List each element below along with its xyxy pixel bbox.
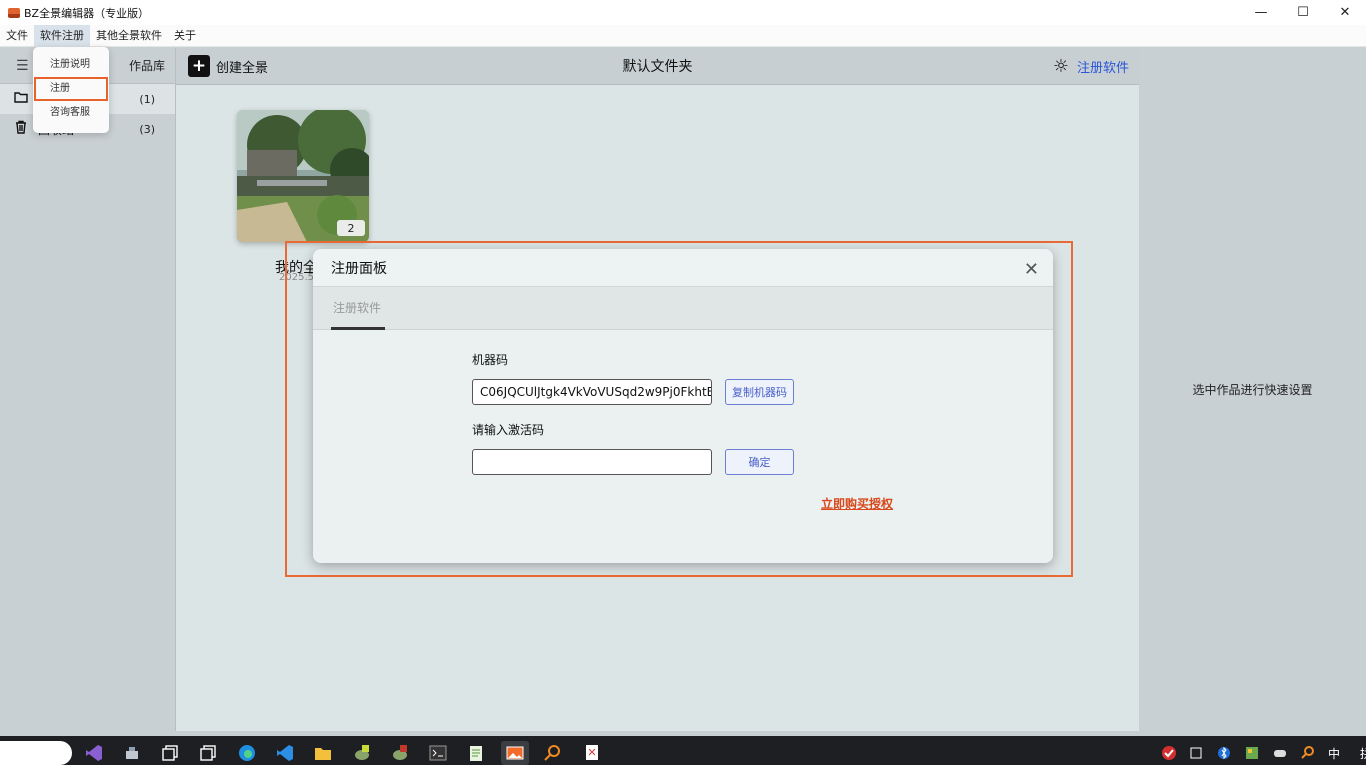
maximize-button[interactable]: ☐ <box>1282 0 1324 25</box>
register-software-link[interactable]: 注册软件 <box>1077 57 1129 76</box>
tab-underline <box>331 327 385 330</box>
sidebar: ☰ 作品库 (1) 回收站 (3) <box>0 48 176 731</box>
notepad-icon[interactable] <box>466 744 486 762</box>
menu-item-registration-guide[interactable]: 注册说明 <box>33 53 109 77</box>
terminal-icon[interactable] <box>428 744 448 762</box>
antivirus-tray-icon[interactable] <box>1159 744 1179 762</box>
window-controls: — ☐ ✕ <box>1240 0 1366 25</box>
menu-software-registration[interactable]: 软件注册 <box>34 24 90 47</box>
copy-machine-code-button[interactable]: 复制机器码 <box>725 379 794 405</box>
app-icon <box>8 7 20 18</box>
library-label: 作品库 <box>128 59 165 73</box>
tab-register-software[interactable]: 注册软件 <box>333 299 381 316</box>
tray-window-icon[interactable] <box>1186 744 1206 762</box>
ime-mode-indicator[interactable]: 拼 <box>1360 745 1366 762</box>
sidebar-item-count: (3) <box>139 122 155 136</box>
visual-studio-icon[interactable] <box>84 744 104 762</box>
dialog-title: 注册面板 <box>331 260 387 277</box>
dialog-header: 注册面板 <box>313 249 1053 287</box>
menu-other-software[interactable]: 其他全景软件 <box>90 25 168 47</box>
search-tool-icon[interactable] <box>543 744 563 762</box>
registration-dropdown: 注册说明 注册 咨询客服 <box>33 47 109 133</box>
bluetooth-icon[interactable] <box>1214 744 1234 762</box>
task-view-icon[interactable] <box>160 744 180 762</box>
create-panorama-button[interactable]: + 创建全景 <box>188 55 268 77</box>
activation-code-input[interactable] <box>472 449 712 475</box>
close-button[interactable]: ✕ <box>1324 0 1366 25</box>
menu-file[interactable]: 文件 <box>0 25 34 47</box>
plus-icon: + <box>188 55 210 77</box>
app-icon-turtle[interactable] <box>352 744 372 762</box>
machine-code-field[interactable]: C06JQCUlJtgk4VkVoVUSqd2w9Pj0FkhtB4 <box>472 379 712 405</box>
panorama-thumbnail[interactable]: 2 <box>237 110 369 242</box>
vscode-icon[interactable] <box>275 744 295 762</box>
title-bar: BZ全景编辑器（专业版） — ☐ ✕ <box>0 0 1366 25</box>
trash-icon <box>14 120 30 138</box>
taskbar: 中 拼 <box>0 736 1366 765</box>
menu-item-register[interactable]: 注册 <box>34 77 108 101</box>
windows-icon[interactable] <box>198 744 218 762</box>
create-panorama-label: 创建全景 <box>216 60 269 76</box>
tray-search-icon[interactable] <box>1298 744 1318 762</box>
registration-dialog: 注册面板 ✕ 注册软件 机器码 C06JQCUlJtgk4VkVoVUSqd2w… <box>313 249 1053 563</box>
panorama-count-badge: 2 <box>337 220 365 236</box>
app-icon-turtle-red[interactable] <box>390 744 410 762</box>
file-explorer-icon[interactable] <box>313 744 333 762</box>
theme-toggle-icon[interactable]: ☼ <box>1053 56 1069 77</box>
snipping-tool-icon[interactable] <box>582 744 602 762</box>
dialog-tabs: 注册软件 <box>313 287 1053 330</box>
confirm-button[interactable]: 确定 <box>725 449 794 475</box>
sidebar-item-count: (1) <box>139 92 155 106</box>
hamburger-icon[interactable]: ☰ <box>16 58 29 74</box>
window-title: BZ全景编辑器（专业版） <box>24 6 150 20</box>
toolbar-right: ☼ 注册软件 <box>1053 48 1129 85</box>
close-icon[interactable]: ✕ <box>1024 259 1039 280</box>
taskbar-search-box[interactable] <box>0 741 72 765</box>
tray-cloud-icon[interactable] <box>1270 744 1290 762</box>
quick-settings-hint: 选中作品进行快速设置 <box>1192 383 1313 397</box>
bz-panorama-editor-icon[interactable] <box>501 741 529 765</box>
machine-code-label: 机器码 <box>472 353 509 367</box>
main-toolbar: + 创建全景 默认文件夹 ☼ 注册软件 <box>176 48 1139 85</box>
edge-icon[interactable] <box>237 744 257 762</box>
tray-app-icon[interactable] <box>1242 744 1262 762</box>
buy-license-link[interactable]: 立即购买授权 <box>821 495 893 512</box>
tool-icon[interactable] <box>122 744 142 762</box>
folder-icon <box>14 91 30 107</box>
ime-indicator[interactable]: 中 <box>1328 745 1340 762</box>
menu-item-customer-service[interactable]: 咨询客服 <box>33 101 109 125</box>
menu-about[interactable]: 关于 <box>168 25 202 47</box>
minimize-button[interactable]: — <box>1240 0 1282 25</box>
menu-bar: 文件 软件注册 其他全景软件 关于 <box>0 24 1366 47</box>
folder-title: 默认文件夹 <box>622 59 693 75</box>
activation-code-label: 请输入激活码 <box>472 423 545 437</box>
quick-settings-panel: 选中作品进行快速设置 <box>1139 48 1366 731</box>
